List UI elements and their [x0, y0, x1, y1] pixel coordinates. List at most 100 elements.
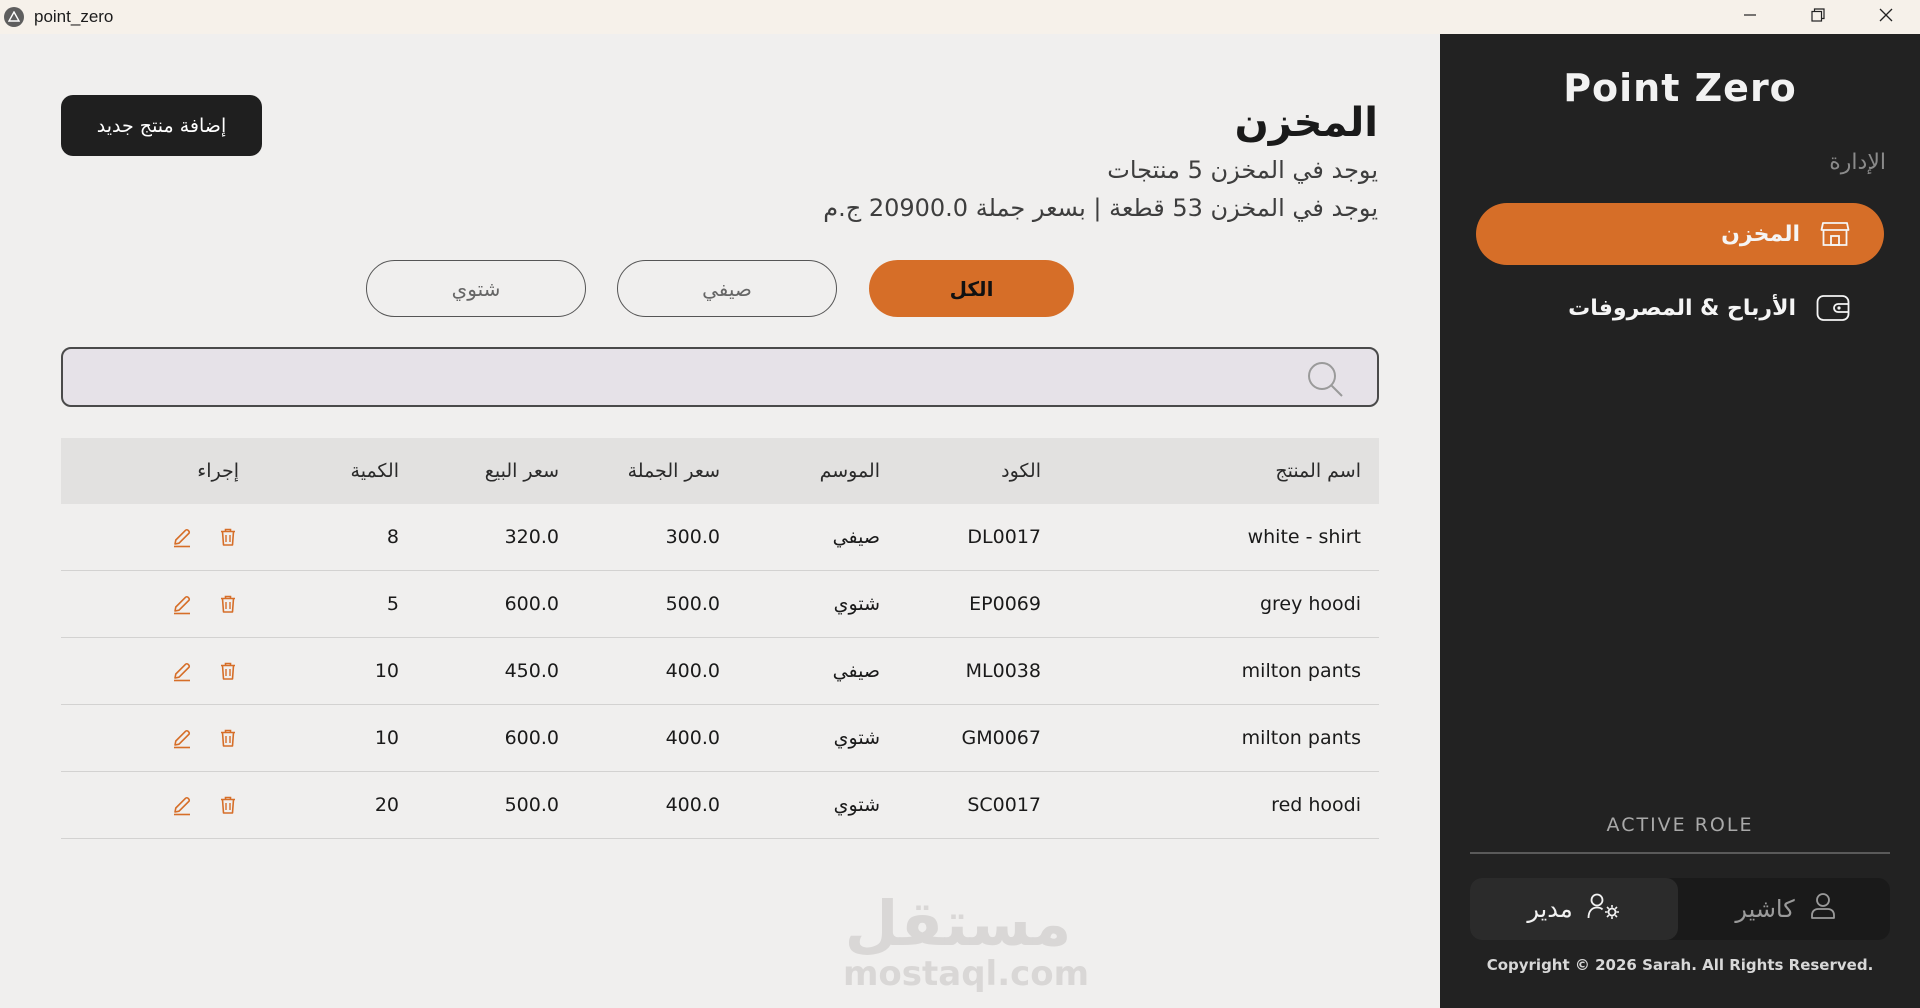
app-logo-icon — [4, 7, 24, 27]
header-season: الموسم — [819, 460, 880, 482]
main-content: المخزن يوجد في المخزن 5 منتجات يوجد في ا… — [0, 34, 1440, 1008]
table-row: white - shirt DL0017 صيفي 300.0 320.0 8 — [61, 504, 1379, 571]
table-header: اسم المنتج الكود الموسم سعر الجملة سعر ا… — [61, 438, 1379, 504]
delete-icon[interactable] — [215, 524, 241, 550]
close-icon — [1878, 7, 1894, 27]
cell-code: GM0067 — [961, 727, 1041, 749]
search-box — [61, 347, 1379, 407]
page-title: المخزن — [1234, 100, 1378, 146]
role-manager-button[interactable]: مدير — [1470, 878, 1678, 940]
cell-code: DL0017 — [967, 526, 1041, 548]
filter-winter-button[interactable]: شتوي — [366, 260, 586, 317]
cell-product-name: grey hoodi — [1259, 593, 1361, 615]
cell-actions — [169, 772, 241, 838]
header-wholesale-price: سعر الجملة — [627, 460, 720, 482]
header-sale-price: سعر البيع — [484, 460, 559, 482]
table-row: milton pants GM0067 شتوي 400.0 600.0 10 — [61, 705, 1379, 772]
search-icon[interactable] — [1305, 359, 1345, 403]
wallet-icon — [1816, 294, 1850, 322]
filter-all-button[interactable]: الكل — [869, 260, 1074, 317]
cell-sale-price: 500.0 — [504, 794, 559, 816]
table-body: white - shirt DL0017 صيفي 300.0 320.0 8 grey h… — [61, 504, 1379, 839]
header-code: الكود — [1001, 460, 1041, 482]
cell-product-name: white - shirt — [1247, 526, 1361, 548]
cell-product-name: red hoodi — [1271, 794, 1361, 816]
search-input[interactable] — [79, 357, 1299, 397]
watermark: مستقل mostaql.com — [843, 887, 1090, 994]
cell-season: شتوي — [833, 727, 880, 749]
restore-button[interactable] — [1784, 0, 1852, 34]
role-cashier-label: كاشير — [1735, 895, 1795, 923]
header-quantity: الكمية — [350, 460, 399, 482]
cell-quantity: 5 — [386, 593, 399, 615]
brand-title: Point Zero — [1563, 66, 1797, 110]
window-title: point_zero — [34, 7, 114, 26]
cell-code: EP0069 — [969, 593, 1041, 615]
minimize-icon — [1742, 7, 1758, 27]
user-icon — [1809, 892, 1837, 926]
delete-icon[interactable] — [215, 591, 241, 617]
cell-quantity: 8 — [386, 526, 399, 548]
role-cashier-button[interactable]: كاشير — [1682, 878, 1890, 940]
manager-icon — [1587, 892, 1621, 926]
cell-sale-price: 600.0 — [504, 593, 559, 615]
cell-actions — [169, 638, 241, 704]
cell-product-name: milton pants — [1241, 727, 1361, 749]
window-titlebar: point_zero — [0, 0, 1920, 34]
edit-icon[interactable] — [169, 725, 195, 751]
cell-wholesale-price: 400.0 — [665, 660, 720, 682]
role-divider — [1470, 852, 1890, 854]
cell-sale-price: 320.0 — [504, 526, 559, 548]
cell-season: شتوي — [833, 593, 880, 615]
header-action: إجراء — [197, 460, 239, 482]
copyright-text: Copyright © 2026 Sarah. All Rights Reser… — [1486, 956, 1874, 974]
edit-icon[interactable] — [169, 591, 195, 617]
restore-icon — [1810, 7, 1826, 27]
delete-icon[interactable] — [215, 658, 241, 684]
cell-season: صيفي — [832, 660, 880, 682]
cell-wholesale-price: 400.0 — [665, 727, 720, 749]
sidebar-section-label: الإدارة — [1829, 150, 1886, 175]
add-product-button[interactable]: إضافة منتج جديد — [61, 95, 262, 156]
store-icon — [1820, 221, 1850, 247]
watermark-latin: mostaql.com — [843, 954, 1090, 994]
delete-icon[interactable] — [215, 725, 241, 751]
cell-sale-price: 450.0 — [504, 660, 559, 682]
cell-actions — [169, 705, 241, 771]
cell-wholesale-price: 400.0 — [665, 794, 720, 816]
edit-icon[interactable] — [169, 792, 195, 818]
edit-icon[interactable] — [169, 658, 195, 684]
cell-code: ML0038 — [965, 660, 1041, 682]
cell-wholesale-price: 500.0 — [665, 593, 720, 615]
sidebar-item-inventory[interactable]: المخزن — [1476, 203, 1884, 265]
sidebar-item-profits-expenses[interactable]: الأرباح & المصروفات — [1476, 277, 1884, 339]
filter-summer-button[interactable]: صيفي — [617, 260, 837, 317]
cell-code: SC0017 — [967, 794, 1041, 816]
edit-icon[interactable] — [169, 524, 195, 550]
delete-icon[interactable] — [215, 792, 241, 818]
stock-value-summary: يوجد في المخزن 53 قطعة | بسعر جملة 20900… — [823, 194, 1378, 222]
sidebar: Point Zero الإدارة المخزن الأرباح & المص… — [1440, 34, 1920, 1008]
close-button[interactable] — [1852, 0, 1920, 34]
table-row: grey hoodi EP0069 شتوي 500.0 600.0 5 — [61, 571, 1379, 638]
cell-quantity: 20 — [374, 794, 399, 816]
role-manager-label: مدير — [1527, 895, 1573, 923]
cell-actions — [169, 504, 241, 570]
cell-season: صيفي — [832, 526, 880, 548]
cell-product-name: milton pants — [1241, 660, 1361, 682]
table-row: red hoodi SC0017 شتوي 400.0 500.0 20 — [61, 772, 1379, 839]
products-count-summary: يوجد في المخزن 5 منتجات — [1107, 156, 1378, 184]
cell-quantity: 10 — [374, 660, 399, 682]
watermark-arabic: مستقل — [844, 887, 1072, 960]
role-switch: مدير كاشير — [1470, 878, 1890, 940]
sidebar-item-label: المخزن — [1721, 221, 1800, 247]
table-row: milton pants ML0038 صيفي 400.0 450.0 10 — [61, 638, 1379, 705]
active-role-label: ACTIVE ROLE — [1606, 814, 1754, 836]
cell-sale-price: 600.0 — [504, 727, 559, 749]
cell-quantity: 10 — [374, 727, 399, 749]
cell-season: شتوي — [833, 794, 880, 816]
minimize-button[interactable] — [1716, 0, 1784, 34]
products-table: اسم المنتج الكود الموسم سعر الجملة سعر ا… — [61, 438, 1379, 839]
sidebar-item-label: الأرباح & المصروفات — [1568, 295, 1796, 321]
cell-wholesale-price: 300.0 — [665, 526, 720, 548]
